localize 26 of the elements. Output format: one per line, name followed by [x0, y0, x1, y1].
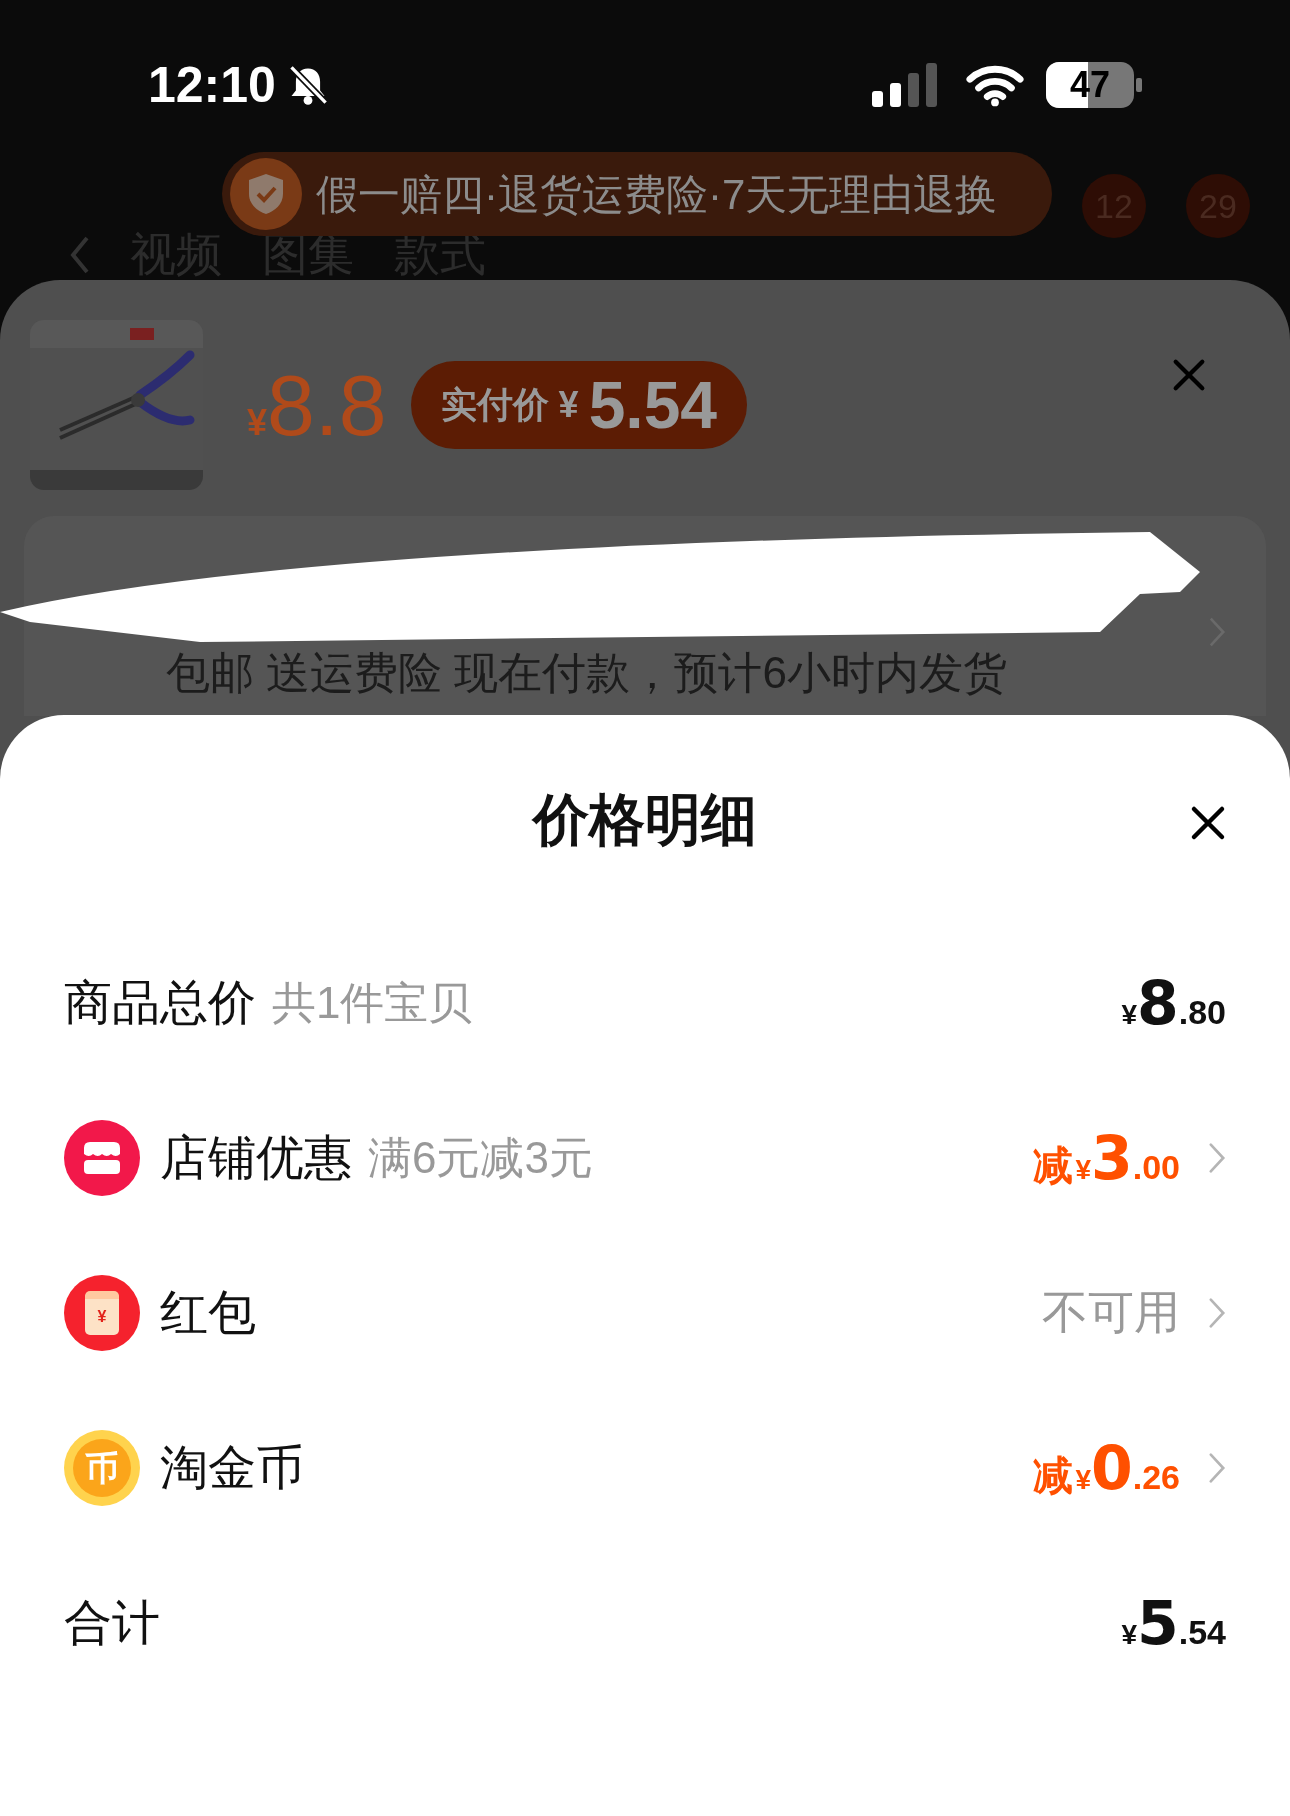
price: 8.8 — [267, 362, 387, 448]
shop-icon — [64, 1119, 140, 1196]
wifi-icon — [966, 63, 1024, 107]
row-note: 共1件宝贝 — [272, 976, 473, 1029]
shield-check-icon — [246, 172, 286, 216]
row-label: 店铺优惠 — [160, 1129, 352, 1186]
amount: ¥8.80 — [1121, 972, 1226, 1033]
back-icon[interactable] — [70, 234, 90, 275]
shipping-note: 包邮 送运费险 现在付款，预计6小时内发货 — [166, 647, 1007, 699]
paid-price-pill: 实付价 ¥5.54 — [410, 361, 748, 449]
amount: 减¥0.26 — [1033, 1437, 1180, 1498]
status-time: 12:10 — [148, 55, 276, 115]
amount: 减¥3.00 — [1033, 1127, 1180, 1188]
row-status: 不可用 — [1042, 1285, 1180, 1340]
amount: ¥5.54 — [1121, 1592, 1226, 1653]
row-label: 商品总价 — [64, 974, 256, 1031]
envelope-icon: ¥ — [64, 1274, 140, 1351]
banner-text: 假一赔四·退货运费险·7天无理由退换 — [316, 169, 998, 220]
row-note: 满6元减3元 — [368, 1131, 593, 1184]
sheet-title: 价格明细 — [533, 787, 757, 853]
row-label: 红包 — [160, 1284, 256, 1341]
row-label: 合计 — [64, 1594, 160, 1651]
signal-icon — [872, 63, 938, 107]
coin-icon: 币 — [64, 1429, 140, 1506]
price-currency: ¥ — [247, 405, 268, 441]
row-label: 淘金币 — [160, 1439, 304, 1496]
